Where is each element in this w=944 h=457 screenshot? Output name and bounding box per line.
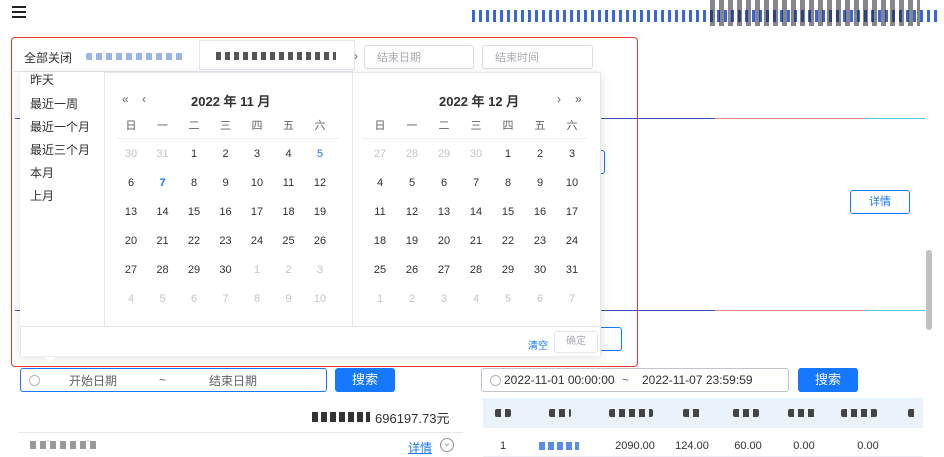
table-cell: 0.00 [857, 440, 879, 452]
range-separator: ~ [159, 373, 167, 387]
left-date-range[interactable]: 开始日期 ~ 结束日期 [20, 368, 327, 392]
blurred-top-title [710, 0, 920, 26]
total-amount: 696197.73元 [375, 411, 450, 426]
table-cell: 2090.00 [615, 440, 655, 452]
chart-line-red [715, 118, 865, 119]
blurred-row-label [30, 441, 96, 449]
blurred-link[interactable] [539, 442, 579, 450]
right-end-date[interactable]: 2022-11-07 23:59:59 [642, 373, 753, 387]
hamburger-menu-icon[interactable] [12, 6, 26, 18]
right-date-range[interactable]: 2022-11-01 00:00:00 ~ 2022-11-07 23:59:5… [481, 368, 789, 392]
table-cell: 124.00 [675, 440, 709, 452]
highlight-frame [11, 37, 638, 367]
table-row: 1 2090.00 124.00 60.00 0.00 0.00 [483, 428, 923, 457]
right-detail-button[interactable]: 详情 [850, 190, 910, 214]
right-start-date[interactable]: 2022-11-01 00:00:00 [504, 373, 615, 387]
chart-line-cyan-2 [865, 310, 925, 311]
chart-line-red-2 [715, 310, 865, 311]
left-detail-link[interactable]: 详情 [408, 439, 432, 456]
clock-icon [29, 374, 40, 386]
chart-line-cyan [865, 118, 925, 119]
divider [18, 432, 463, 433]
scrollbar-thumb[interactable] [926, 250, 932, 330]
table-header [483, 398, 923, 428]
left-search-button[interactable]: 搜索 [335, 368, 395, 392]
start-date-input[interactable]: 开始日期 [69, 372, 117, 389]
right-search-button[interactable]: 搜索 [798, 368, 858, 392]
clock-icon [490, 374, 501, 386]
table-cell: 1 [499, 440, 507, 452]
range-separator: ~ [622, 373, 630, 387]
table-cell: 0.00 [793, 440, 815, 452]
end-date-input[interactable]: 结束日期 [209, 372, 257, 389]
blurred-total-label [312, 412, 370, 422]
chevron-down-icon[interactable]: ⌄ [440, 438, 454, 452]
table-cell: 60.00 [734, 440, 762, 452]
